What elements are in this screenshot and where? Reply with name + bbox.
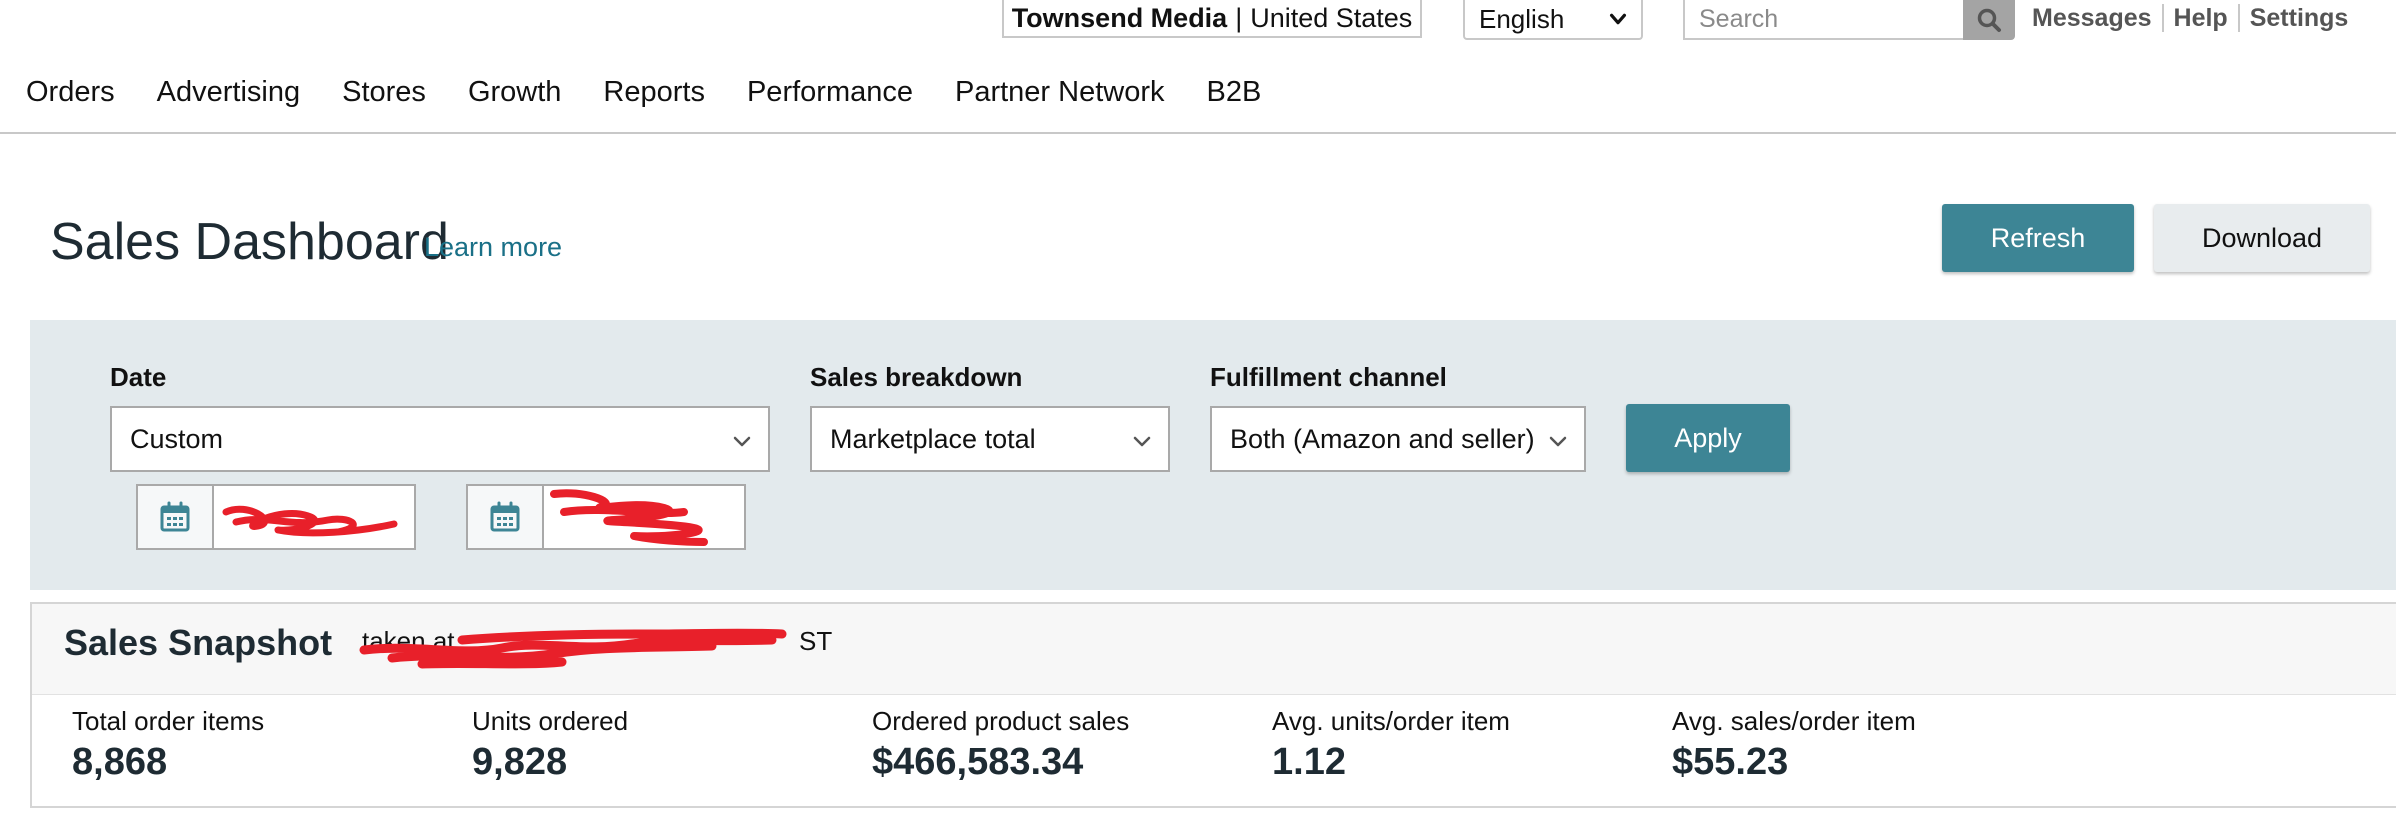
start-date-value[interactable]	[214, 486, 414, 548]
redaction-mark	[222, 505, 398, 537]
help-link[interactable]: Help	[2164, 4, 2238, 33]
breakdown-select-value: Marketplace total	[830, 423, 1036, 454]
chevron-down-icon	[1133, 436, 1151, 447]
nav-performance[interactable]: Performance	[747, 76, 913, 109]
store-separator: |	[1235, 2, 1243, 33]
search-button[interactable]	[1963, 0, 2015, 40]
store-selector[interactable]: Townsend Media | United States	[1002, 0, 1422, 38]
main-nav: Orders Advertising Stores Growth Reports…	[26, 72, 1303, 112]
fulfillment-select-value: Both (Amazon and seller)	[1230, 423, 1535, 454]
snapshot-taken-prefix: taken at	[362, 626, 455, 656]
nav-advertising[interactable]: Advertising	[157, 76, 300, 109]
metric-total-order-items: Total order items 8,868	[72, 706, 264, 784]
metric-value: 1.12	[1272, 741, 1346, 783]
refresh-button[interactable]: Refresh	[1942, 204, 2134, 272]
metric-avg-sales-per-order-item: Avg. sales/order item $55.23	[1672, 706, 1916, 784]
messages-link[interactable]: Messages	[2032, 4, 2162, 33]
nav-reports[interactable]: Reports	[603, 76, 705, 109]
metric-value: 9,828	[472, 741, 568, 783]
nav-stores[interactable]: Stores	[342, 76, 426, 109]
nav-divider	[0, 132, 2396, 134]
redaction-mark	[550, 489, 708, 546]
calendar-button[interactable]	[468, 486, 544, 548]
metric-avg-units-per-order-item: Avg. units/order item 1.12	[1272, 706, 1510, 784]
metric-label: Avg. sales/order item	[1672, 706, 1916, 736]
language-value: English	[1479, 3, 1565, 34]
metric-label: Total order items	[72, 706, 265, 736]
calendar-icon	[160, 501, 190, 532]
top-links: Messages Help Settings	[2032, 0, 2358, 36]
breakdown-select[interactable]: Marketplace total	[810, 406, 1170, 472]
nav-b2b[interactable]: B2B	[1207, 76, 1262, 109]
page-title: Sales Dashboard	[50, 213, 449, 271]
sales-snapshot: Sales Snapshot taken at ST Total order i…	[30, 602, 2396, 808]
end-date-field[interactable]	[466, 484, 746, 550]
chevron-down-icon	[733, 436, 751, 447]
store-region: United States	[1250, 2, 1413, 33]
date-select[interactable]: Custom	[110, 406, 770, 472]
start-date-field[interactable]	[136, 484, 416, 550]
metric-label: Avg. units/order item	[1272, 706, 1510, 736]
end-date-value[interactable]	[544, 486, 744, 548]
search-input[interactable]	[1683, 0, 1963, 40]
apply-button[interactable]: Apply	[1626, 404, 1790, 472]
metric-value: 8,868	[72, 741, 168, 783]
date-select-value: Custom	[130, 423, 224, 454]
metric-value: $55.23	[1672, 741, 1789, 783]
download-button[interactable]: Download	[2154, 204, 2370, 272]
chevron-down-icon	[1549, 436, 1567, 447]
fulfillment-select[interactable]: Both (Amazon and seller)	[1210, 406, 1586, 472]
nav-growth[interactable]: Growth	[468, 76, 561, 109]
settings-link[interactable]: Settings	[2240, 4, 2359, 33]
learn-more-link[interactable]: Learn more	[424, 232, 562, 263]
snapshot-timestamp-suffix: ST	[798, 626, 833, 656]
chevron-down-icon	[1609, 13, 1627, 25]
metric-label: Units ordered	[472, 706, 629, 736]
calendar-button[interactable]	[138, 486, 214, 548]
search-bar	[1683, 0, 2015, 40]
nav-orders[interactable]: Orders	[26, 76, 115, 109]
metric-ordered-product-sales: Ordered product sales $466,583.34	[872, 706, 1129, 784]
search-icon	[1977, 8, 2001, 32]
snapshot-timestamp: taken at ST	[362, 626, 842, 657]
metric-units-ordered: Units ordered 9,828	[472, 706, 628, 784]
nav-partner-network[interactable]: Partner Network	[955, 76, 1165, 109]
breakdown-label: Sales breakdown	[810, 362, 1023, 392]
snapshot-title: Sales Snapshot	[64, 622, 333, 663]
store-name: Townsend Media	[1011, 2, 1228, 33]
metric-value: $466,583.34	[872, 741, 1084, 783]
calendar-icon	[490, 501, 520, 532]
metric-label: Ordered product sales	[872, 706, 1130, 736]
fulfillment-label: Fulfillment channel	[1210, 362, 1447, 392]
date-label: Date	[110, 362, 167, 392]
language-select[interactable]: English	[1463, 0, 1643, 40]
